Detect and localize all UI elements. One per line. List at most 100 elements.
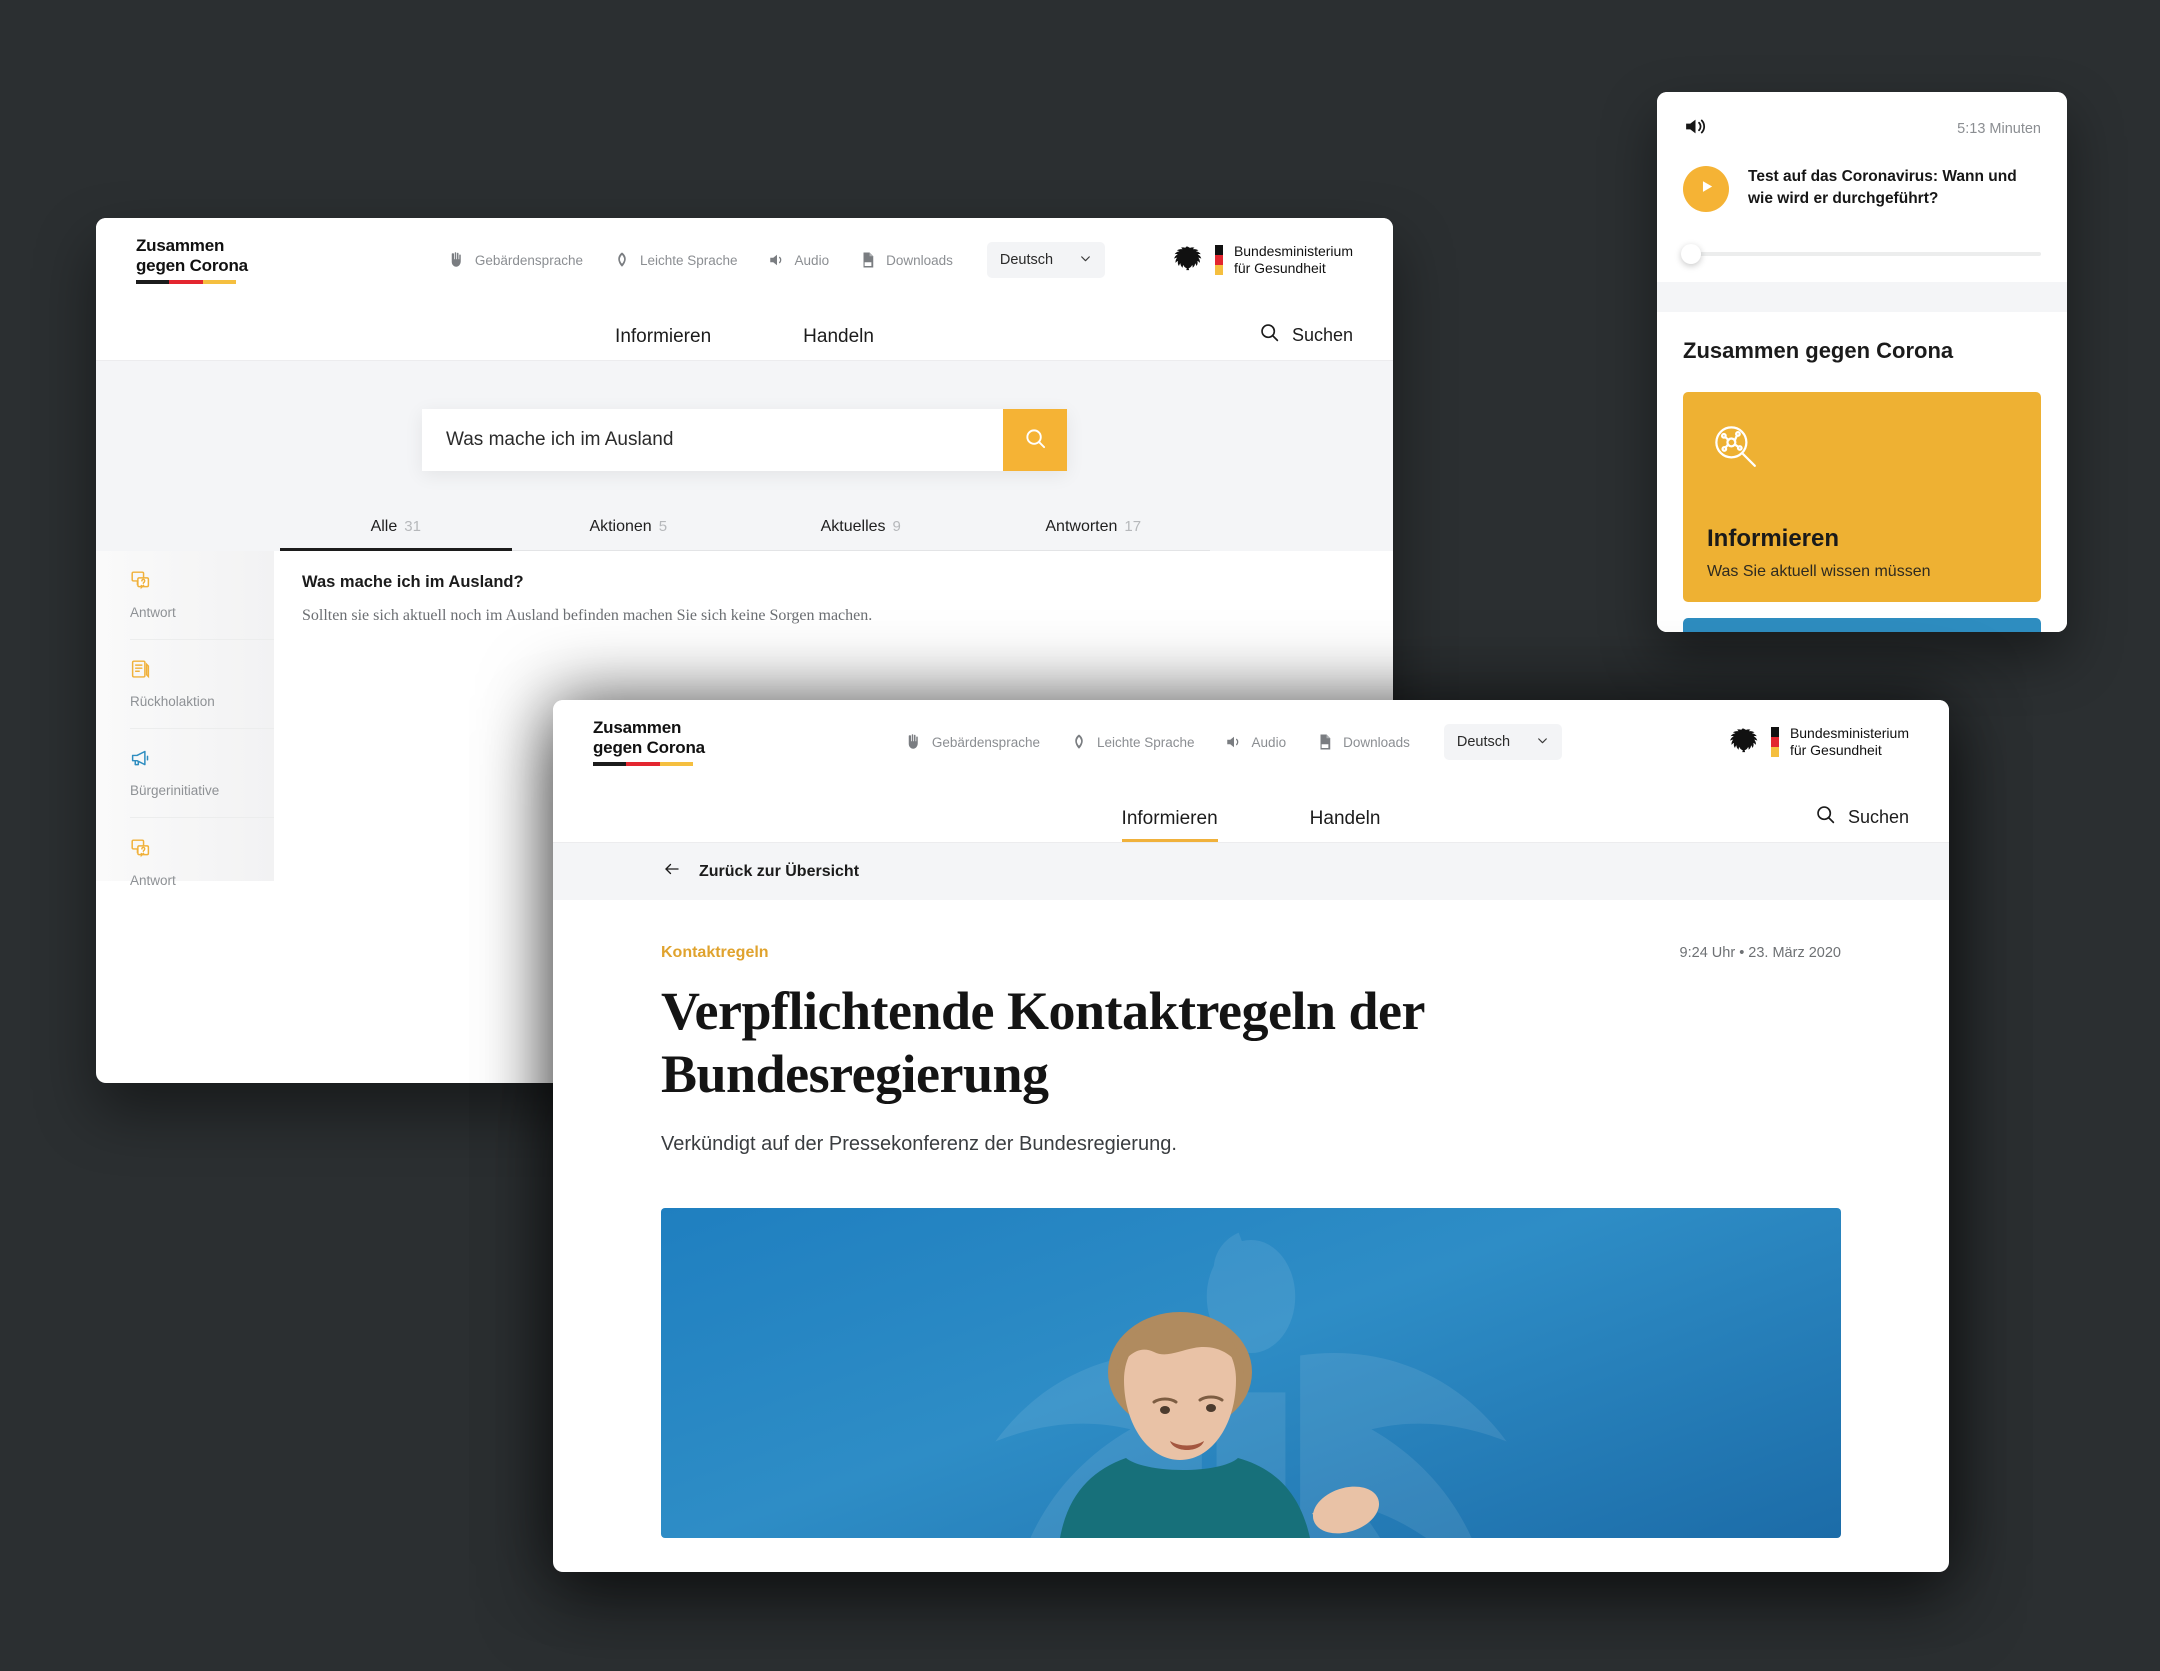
utility-links: Gebärdensprache Leichte Sprache Audio Do… <box>448 251 953 269</box>
audio-duration: 5:13 Minuten <box>1957 121 2041 137</box>
result-description: Sollten sie sich aktuell noch im Ausland… <box>302 607 873 624</box>
search-hero: Alle 31 Aktionen 5 Aktuelles 9 Antworten 17 <box>96 360 1393 551</box>
utility-link-label: Leichte Sprache <box>639 252 738 268</box>
megaphone-icon <box>130 748 274 774</box>
promo-card-informieren[interactable]: Informieren Was Sie aktuell wissen müsse… <box>1683 392 2041 602</box>
utility-link-downloads[interactable]: Downloads <box>1316 733 1410 751</box>
list-item[interactable]: Antwort <box>130 551 274 640</box>
list-item[interactable]: Antwort <box>130 818 274 907</box>
article-timestamp: 9:24 Uhr • 23. März 2020 <box>1679 945 1841 961</box>
audio-player-header: 5:13 Minuten <box>1683 114 2041 144</box>
site-header-utility-bar: Zusammen gegen Corona Gebärdensprache Le… <box>553 700 1949 784</box>
screenshot-stage: Zusammen gegen Corona Gebärdensprache Le… <box>0 0 2160 1671</box>
search-box <box>422 409 1067 471</box>
tab-aktionen[interactable]: Aktionen 5 <box>512 518 745 550</box>
ministry-logo: Bundesministerium für Gesundheit <box>1170 243 1353 278</box>
promo-subtitle: Was Sie aktuell wissen müssen <box>1707 563 1931 580</box>
search-result-tabs: Alle 31 Aktionen 5 Aktuelles 9 Antworten 17 <box>279 518 1210 551</box>
panel-divider <box>1657 282 2067 312</box>
document-list-icon <box>130 659 274 685</box>
german-flag-bar <box>593 762 693 767</box>
nav-item-informieren[interactable]: Informieren <box>1121 808 1218 842</box>
result-kind-label: Rückholaktion <box>130 694 215 709</box>
list-item[interactable]: Bürgerinitiative <box>130 729 274 818</box>
utility-link-label: Audio <box>1251 734 1287 750</box>
utility-link-audio[interactable]: Audio <box>768 251 830 269</box>
answer-bubble-icon <box>130 838 274 864</box>
site-logo[interactable]: Zusammen gegen Corona <box>593 718 705 767</box>
nav-search-button[interactable]: Suchen <box>1259 322 1353 348</box>
press-conference-photo <box>1059 1312 1379 1539</box>
ministry-name: Bundesministerium für Gesundheit <box>1234 243 1353 278</box>
back-to-overview-link[interactable]: Zurück zur Übersicht <box>661 860 859 883</box>
utility-link-audio[interactable]: Audio <box>1225 733 1287 751</box>
sign-language-icon <box>905 733 923 751</box>
site-logo[interactable]: Zusammen gegen Corona <box>136 236 248 285</box>
main-navigation: Informieren Handeln Suchen <box>96 302 1393 360</box>
tab-aktuelles[interactable]: Aktuelles 9 <box>745 518 978 550</box>
arrow-left-icon <box>661 860 683 883</box>
sign-language-icon <box>448 251 466 269</box>
language-selector-value: Deutsch <box>1456 734 1511 750</box>
utility-link-gebaerdensprache[interactable]: Gebärdensprache <box>905 733 1040 751</box>
ministry-line-2: für Gesundheit <box>1789 742 1882 758</box>
tab-antworten[interactable]: Antworten 17 <box>977 518 1210 550</box>
pdf-download-icon <box>859 251 877 269</box>
logo-line-2: gegen Corona <box>136 256 248 275</box>
list-item[interactable]: Rückholaktion <box>130 640 274 729</box>
tab-label: Alle <box>370 518 398 535</box>
utility-link-label: Audio <box>794 252 830 268</box>
article-body: Kontaktregeln 9:24 Uhr • 23. März 2020 V… <box>553 900 1949 1539</box>
nav-item-handeln[interactable]: Handeln <box>803 326 874 360</box>
language-selector[interactable]: Deutsch <box>1443 724 1562 760</box>
article-category[interactable]: Kontaktregeln <box>661 944 769 962</box>
play-button[interactable] <box>1683 166 1729 212</box>
utility-link-label: Gebärdensprache <box>931 734 1040 750</box>
ministry-logo: Bundesministerium für Gesundheit <box>1726 725 1909 760</box>
search-input[interactable] <box>422 409 1003 471</box>
result-kind-rail: Antwort Rückholaktion Bürgerinitiative A… <box>96 551 274 888</box>
audio-progress-track[interactable] <box>1681 244 2041 264</box>
search-icon <box>1259 322 1280 348</box>
result-kind-label: Bürgerinitiative <box>130 783 220 798</box>
article-hero-image <box>661 1208 1841 1539</box>
language-selector-value: Deutsch <box>999 252 1054 268</box>
nav-search-button[interactable]: Suchen <box>1815 804 1909 830</box>
utility-link-label: Gebärdensprache <box>474 252 583 268</box>
site-header-utility-bar: Zusammen gegen Corona Gebärdensprache Le… <box>96 218 1393 302</box>
result-kind-label: Antwort <box>130 872 176 888</box>
utility-links: Gebärdensprache Leichte Sprache Audio Do… <box>905 733 1410 751</box>
nav-item-handeln[interactable]: Handeln <box>1310 808 1381 842</box>
federal-eagle-icon <box>1174 246 1202 271</box>
side-panel-content: Zusammen gegen Corona Informieren Was Si… <box>1657 312 2067 632</box>
promo-card-secondary[interactable] <box>1683 618 2041 632</box>
search-icon <box>1024 427 1047 453</box>
main-navigation: Informieren Handeln Suchen <box>553 784 1949 842</box>
utility-link-label: Leichte Sprache <box>1096 734 1195 750</box>
audio-icon <box>768 251 786 269</box>
tab-alle[interactable]: Alle 31 <box>279 518 513 551</box>
audio-player-card: 5:13 Minuten Test auf das Coronavirus: W… <box>1657 92 2067 282</box>
article-meta: Kontaktregeln 9:24 Uhr • 23. März 2020 <box>661 944 1841 962</box>
ministry-name: Bundesministerium für Gesundheit <box>1790 725 1909 760</box>
easy-language-icon <box>613 251 631 269</box>
logo-line-2: gegen Corona <box>593 738 705 757</box>
virus-magnifier-icon <box>1707 426 1767 482</box>
nav-item-informieren[interactable]: Informieren <box>615 326 711 360</box>
language-selector[interactable]: Deutsch <box>986 242 1105 278</box>
tab-count: 17 <box>1124 518 1142 535</box>
nav-search-label: Suchen <box>1847 806 1909 827</box>
tab-label: Aktionen <box>589 518 652 535</box>
audio-title: Test auf das Coronavirus: Wann und wie w… <box>1748 168 2017 208</box>
utility-link-label: Downloads <box>1343 734 1410 750</box>
utility-link-leichte-sprache[interactable]: Leichte Sprache <box>1070 733 1195 751</box>
promo-title: Informieren <box>1707 525 1840 552</box>
utility-link-gebaerdensprache[interactable]: Gebärdensprache <box>448 251 583 269</box>
tab-count: 5 <box>658 518 668 535</box>
side-preview-window: 5:13 Minuten Test auf das Coronavirus: W… <box>1657 92 2067 632</box>
audio-progress-handle[interactable] <box>1681 244 1701 264</box>
result-kind-label: Antwort <box>130 605 176 620</box>
utility-link-downloads[interactable]: Downloads <box>859 251 953 269</box>
search-submit-button[interactable] <box>1003 409 1067 471</box>
utility-link-leichte-sprache[interactable]: Leichte Sprache <box>613 251 738 269</box>
